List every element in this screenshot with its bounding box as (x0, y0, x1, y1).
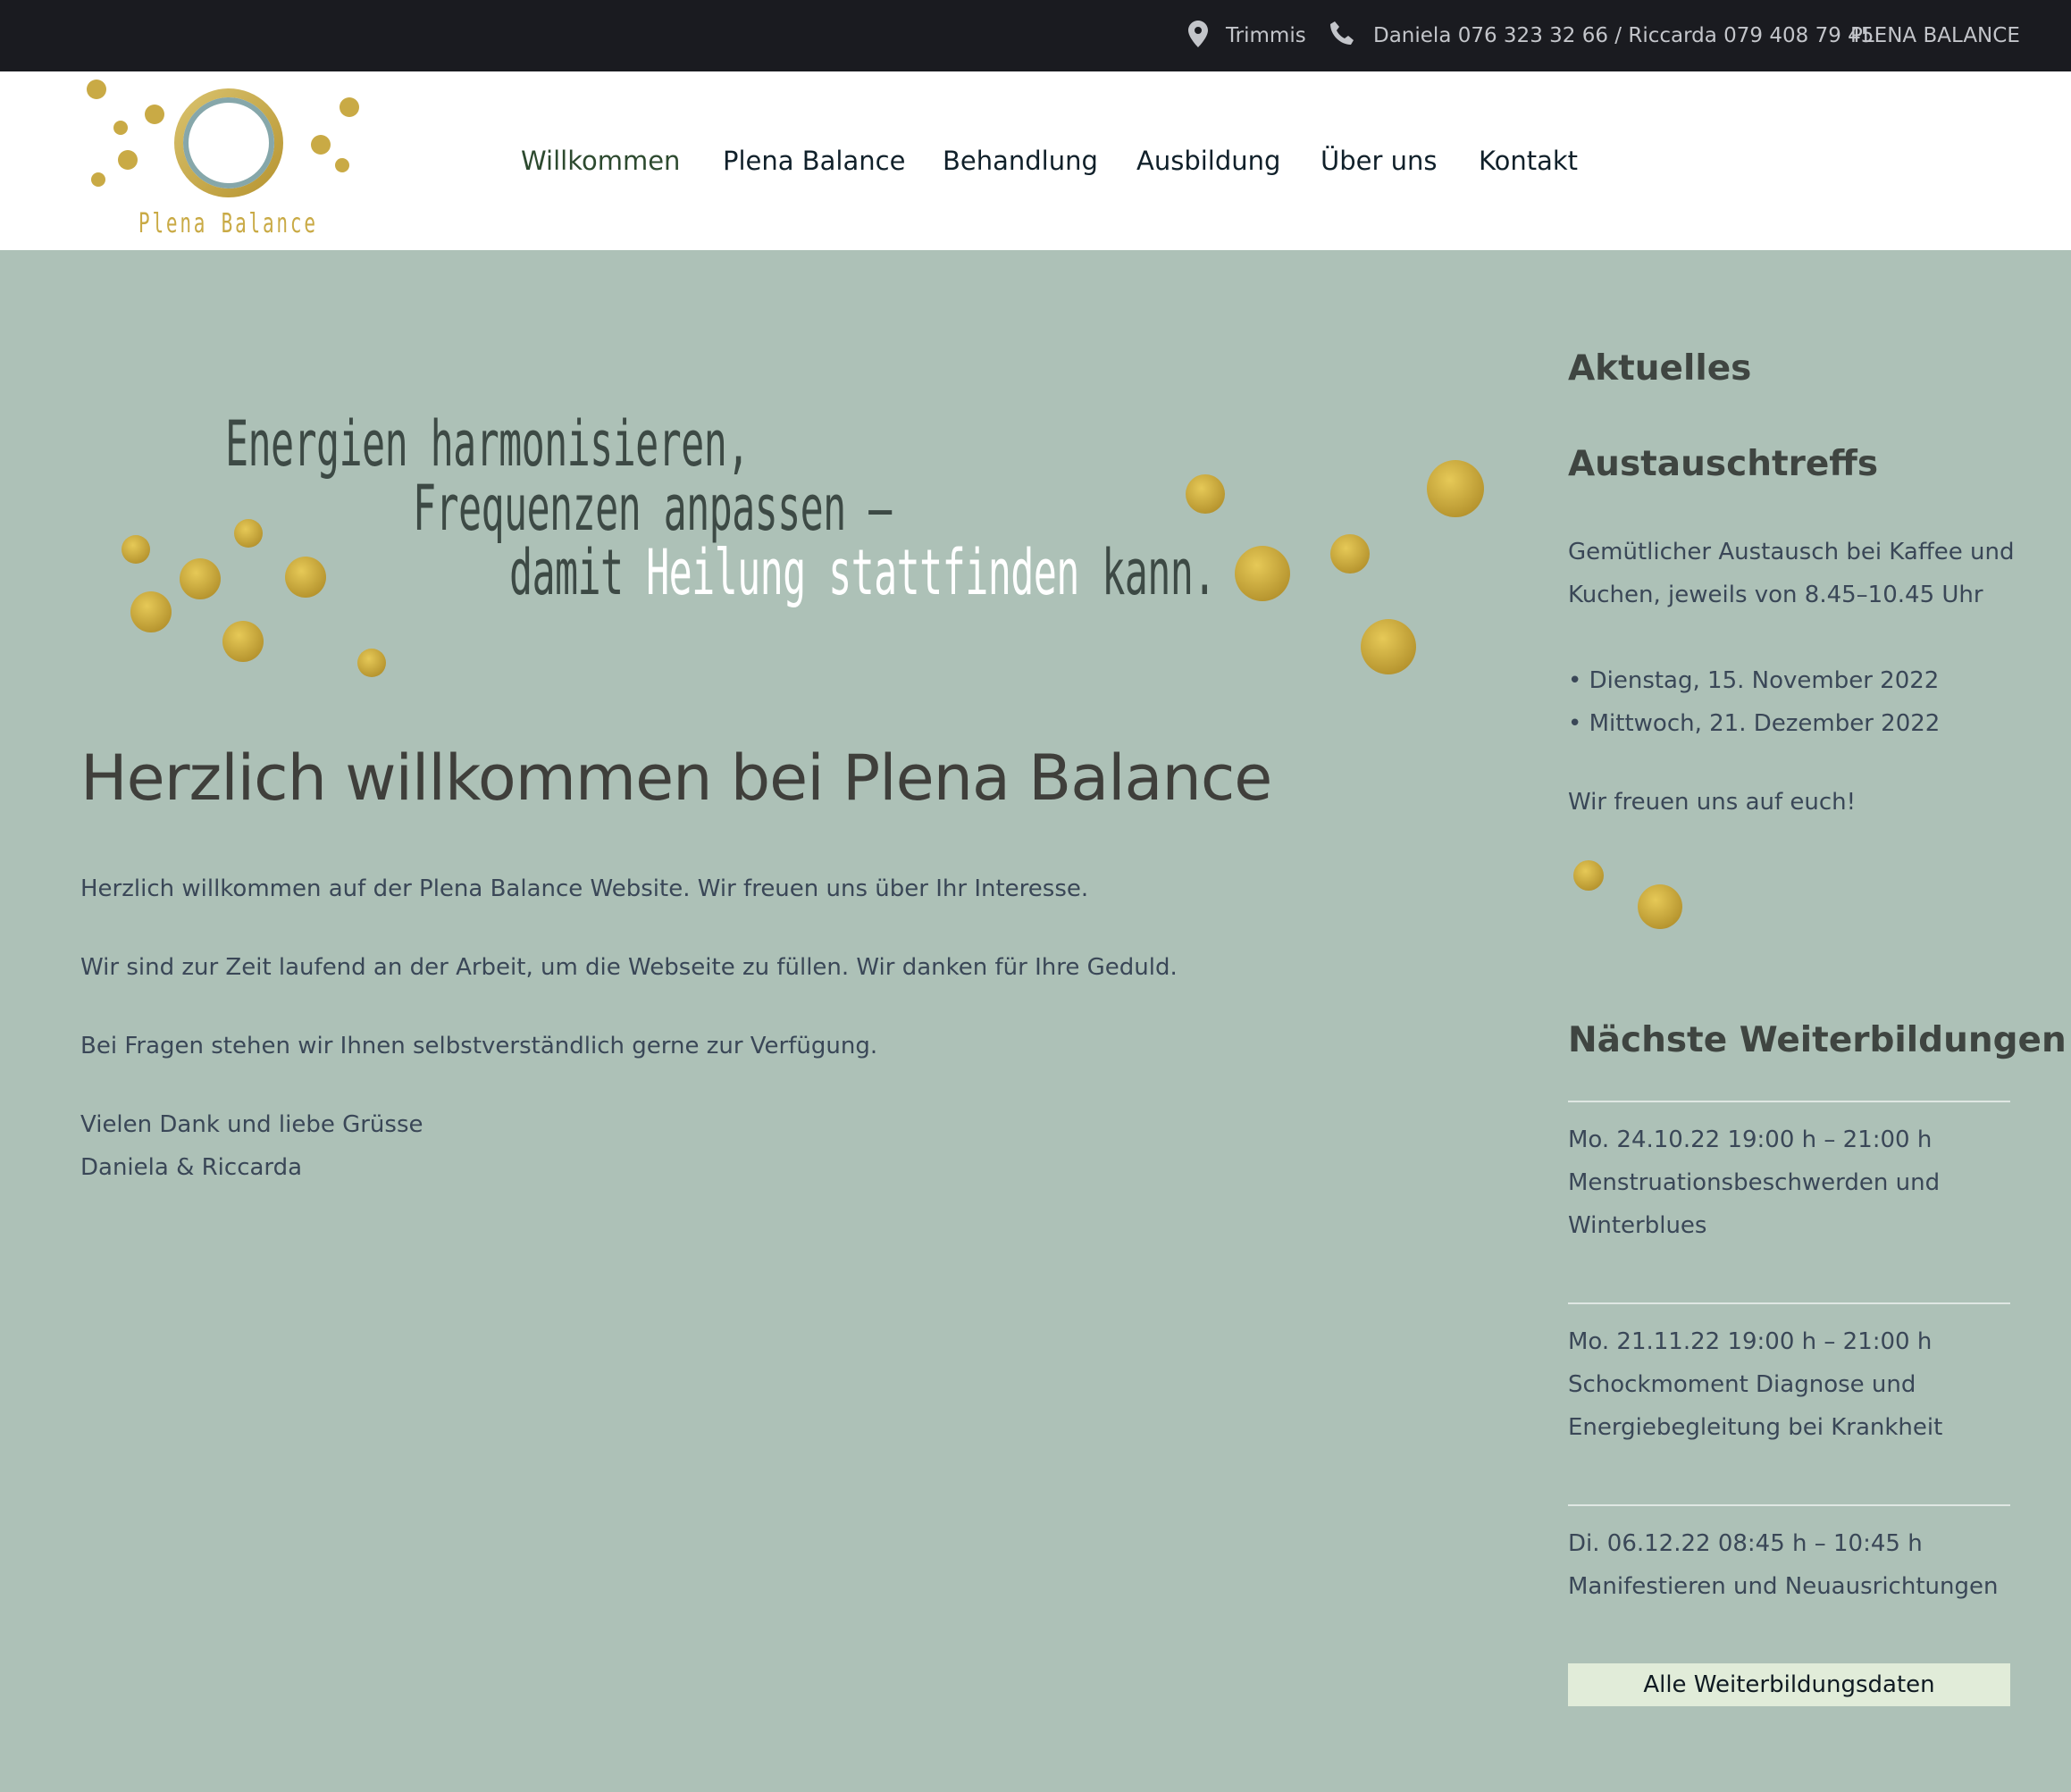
meet-heading: Austauschtreffs (1568, 444, 1879, 484)
nav-ueber-uns[interactable]: Über uns (1321, 71, 1438, 250)
location-pin-icon (1188, 21, 1208, 47)
greeting-line-2: Daniela & Riccarda (80, 1154, 303, 1181)
course-2-date: Mo. 21.11.22 19:00 h – 21:00 h (1568, 1328, 1933, 1355)
nav-plena-balance[interactable]: Plena Balance (723, 71, 905, 250)
course-3-title[interactable]: Manifestieren und Neuausrichtungen (1568, 1565, 1998, 1608)
divider (1568, 1504, 2010, 1506)
meet-date-2: • Mittwoch, 21. Dezember 2022 (1568, 710, 1941, 737)
work-in-progress-paragraph: Wir sind zur Zeit laufend an der Arbeit,… (80, 954, 1178, 981)
course-1-title[interactable]: Menstruationsbeschwerden und (1568, 1161, 1940, 1204)
nav-ausbildung[interactable]: Ausbildung (1136, 71, 1280, 250)
hero-line-3: damit Heilung stattfinden kann. (509, 536, 1216, 609)
location-text: Trimmis (1226, 24, 1306, 47)
phone-numbers[interactable]: Daniela 076 323 32 66 / Riccarda 079 408… (1373, 0, 1874, 71)
divider (1568, 1101, 2010, 1102)
nav-willkommen[interactable]: Willkommen (521, 71, 680, 250)
hero-line-3-end: kann. (1078, 536, 1216, 609)
top-bar: Trimmis Daniela 076 323 32 66 / Riccarda… (0, 0, 2071, 71)
course-1-title-cont[interactable]: Winterblues (1568, 1204, 1706, 1247)
meet-closing: Wir freuen uns auf euch! (1568, 789, 1857, 816)
gold-dots-small-decoration (1573, 860, 1682, 929)
questions-paragraph: Bei Fragen stehen wir Ihnen selbstverstä… (80, 1033, 878, 1059)
nav-behandlung[interactable]: Behandlung (943, 71, 1098, 250)
all-course-dates-button[interactable]: Alle Weiterbildungsdaten (1568, 1663, 2010, 1706)
welcome-paragraph: Herzlich willkommen auf der Plena Balanc… (80, 875, 1089, 902)
header: Plena Balance Willkommen Plena Balance B… (0, 71, 2071, 250)
greeting-line-1: Vielen Dank und liebe Grüsse (80, 1111, 423, 1138)
main-navigation: Willkommen Plena Balance Behandlung Ausb… (0, 71, 2071, 250)
meet-description-2: Kuchen, jeweils von 8.45–10.45 Uhr (1568, 582, 1983, 608)
news-heading: Aktuelles (1568, 348, 1752, 389)
meet-date-1: • Dienstag, 15. November 2022 (1568, 667, 1940, 694)
hero-line-3-start: damit (509, 536, 647, 609)
hero-banner: Energien harmonisieren, Frequenzen anpas… (80, 375, 1510, 697)
course-1-date: Mo. 24.10.22 19:00 h – 21:00 h (1568, 1126, 1933, 1153)
nav-kontakt[interactable]: Kontakt (1479, 71, 1578, 250)
hero-line-3-highlight: Heilung stattfinden (646, 536, 1079, 609)
courses-heading: Nächste Weiterbildungen (1568, 1020, 2067, 1060)
brand-link[interactable]: PLENA BALANCE (1850, 0, 2020, 71)
hero-line-1: Energien harmonisieren, (225, 407, 750, 481)
course-3-date: Di. 06.12.22 08:45 h – 10:45 h (1568, 1530, 1923, 1557)
course-2-title-cont[interactable]: Energiebegleitung bei Krankheit (1568, 1406, 1942, 1449)
phone-icon (1330, 21, 1354, 45)
course-2-title[interactable]: Schockmoment Diagnose und (1568, 1363, 1916, 1406)
meet-description-1: Gemütlicher Austausch bei Kaffee und (1568, 539, 2015, 565)
page-title: Herzlich willkommen bei Plena Balance (80, 741, 1272, 815)
hero-line-2: Frequenzen anpassen – (413, 472, 892, 545)
divider (1568, 1302, 2010, 1304)
